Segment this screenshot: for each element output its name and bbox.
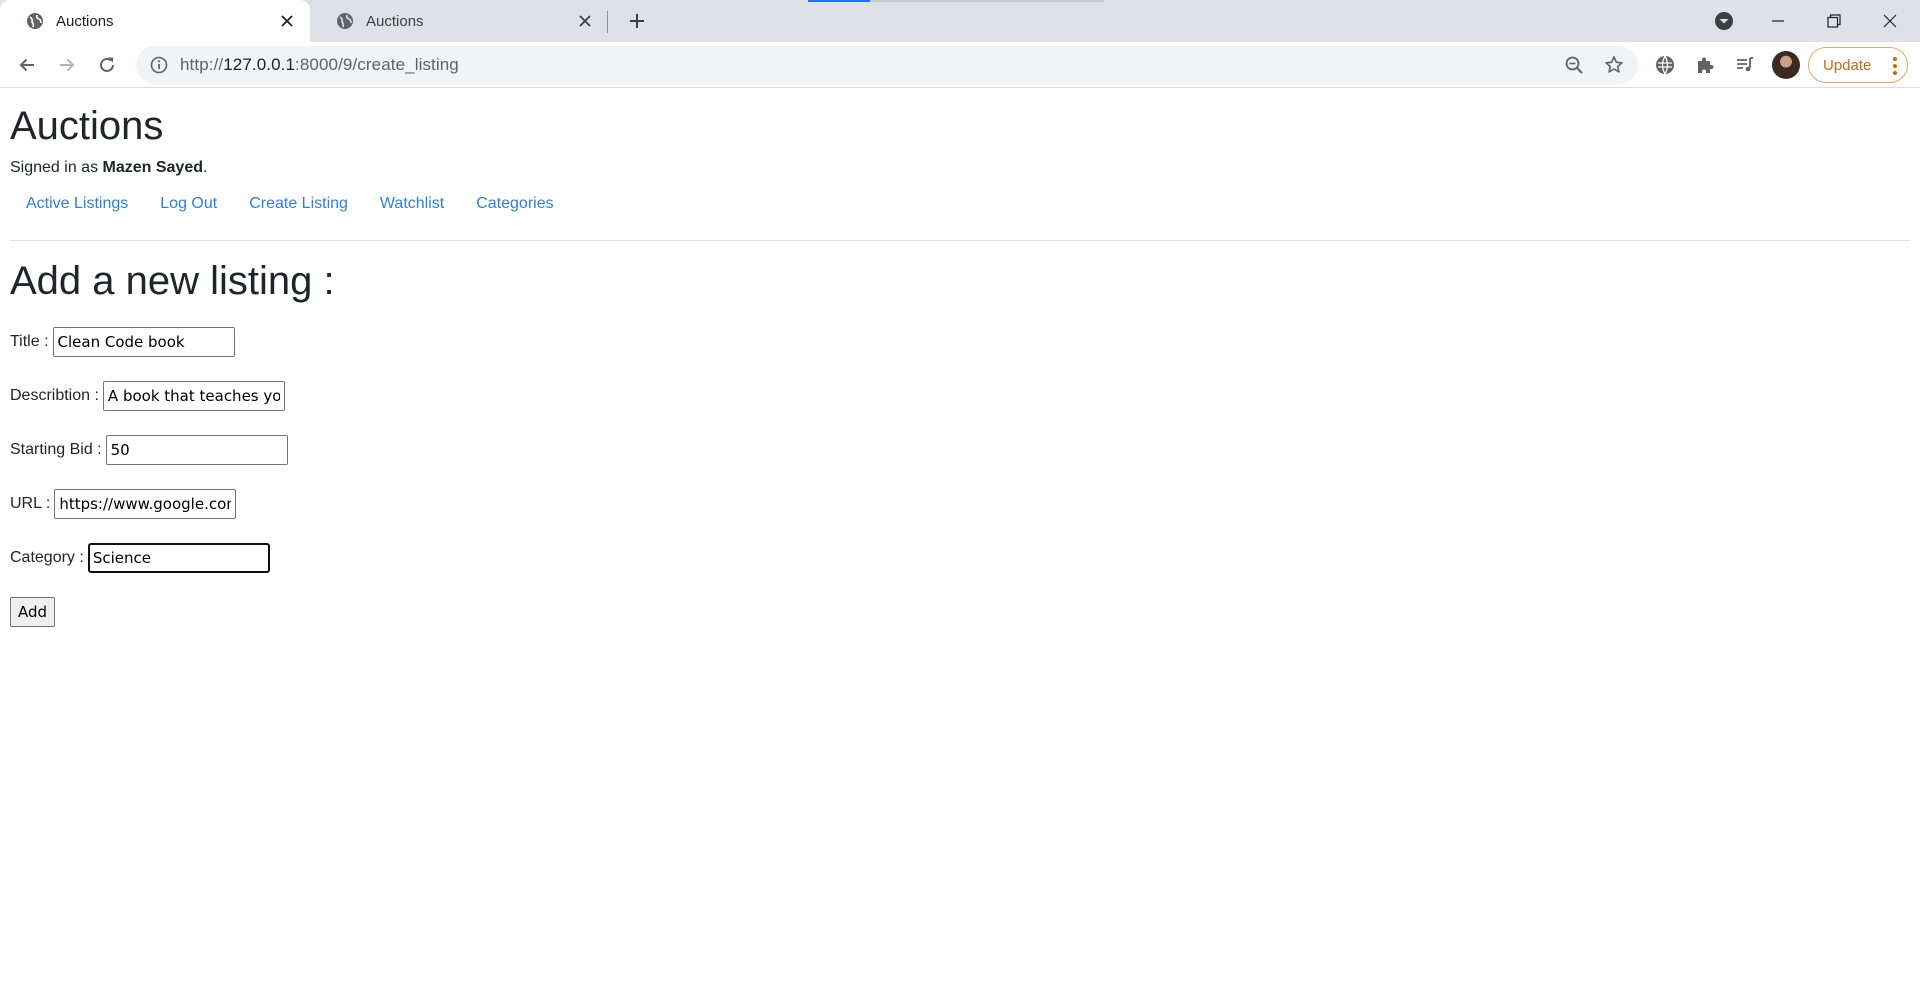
nav-item: Active Listings — [10, 184, 144, 224]
nav-item: Create Listing — [233, 184, 364, 224]
chevron-down-circle-icon — [1715, 12, 1733, 30]
browser-toolbar: http://127.0.0.1:8000/9/create_listing U… — [0, 42, 1920, 88]
url-input[interactable] — [54, 489, 237, 519]
restore-icon — [1827, 14, 1841, 28]
extensions-button[interactable] — [1690, 50, 1720, 80]
site-title: Auctions — [10, 104, 164, 148]
media-control-button[interactable] — [1730, 50, 1760, 80]
globe-icon — [26, 12, 44, 30]
form-row-url: URL : — [10, 489, 1910, 519]
arrow-left-icon — [19, 58, 34, 72]
header-divider — [10, 240, 1910, 241]
nav-link-watchlist[interactable]: Watchlist — [364, 184, 460, 224]
url-text: http://127.0.0.1:8000/9/create_listing — [180, 55, 459, 75]
zoom-out-icon[interactable] — [1560, 51, 1588, 79]
title-label: Title : — [10, 333, 49, 350]
tab-search-button[interactable] — [1712, 9, 1736, 33]
web-extension-icon — [1656, 55, 1674, 75]
tab-strip: Auctions Auctions — [0, 0, 1920, 42]
form-row-description: Describtion : — [10, 381, 1910, 411]
create-listing-form: Title : Describtion : Starting Bid : URL… — [10, 327, 1910, 627]
arrow-right-icon — [60, 58, 75, 72]
star-icon[interactable] — [1600, 51, 1628, 79]
close-tab-icon[interactable] — [572, 8, 598, 34]
url-host: 127.0.0.1 — [223, 55, 296, 74]
loading-track — [870, 0, 1104, 2]
form-heading: Add a new listing : — [10, 259, 335, 303]
category-label: Category : — [10, 549, 84, 566]
title-input[interactable] — [52, 327, 235, 357]
form-row-category: Category : — [10, 543, 1910, 573]
plus-icon — [630, 14, 644, 28]
update-button[interactable]: Update — [1808, 47, 1908, 83]
starting-bid-input[interactable] — [105, 435, 288, 465]
info-circle-icon[interactable] — [150, 56, 168, 74]
nav-item: Watchlist — [364, 184, 460, 224]
close-tab-icon[interactable] — [274, 8, 300, 34]
description-label: Describtion : — [10, 387, 99, 404]
minimize-button[interactable] — [1750, 0, 1806, 42]
close-window-button[interactable] — [1862, 0, 1918, 42]
forward-button[interactable] — [52, 50, 82, 80]
update-label: Update — [1823, 56, 1872, 74]
new-tab-button[interactable] — [622, 6, 652, 36]
signed-in-status: Signed in as Mazen Sayed. — [10, 156, 1910, 180]
form-row-title: Title : — [10, 327, 1910, 357]
nav-item: Categories — [460, 184, 569, 224]
profile-avatar[interactable] — [1772, 51, 1800, 79]
url-scheme: http:// — [180, 55, 224, 74]
kebab-menu-icon — [1893, 57, 1897, 75]
form-row-starting-bid: Starting Bid : — [10, 435, 1910, 465]
main-nav: Active Listings Log Out Create Listing W… — [10, 184, 1910, 224]
tab-title: Auctions — [56, 12, 114, 30]
puzzle-icon — [1698, 57, 1714, 73]
starting-bid-label: Starting Bid : — [10, 441, 102, 458]
tab-title: Auctions — [366, 12, 424, 30]
back-button[interactable] — [12, 50, 42, 80]
nav-link-log-out[interactable]: Log Out — [144, 184, 233, 224]
tab-separator — [607, 11, 608, 33]
signed-in-prefix: Signed in as — [10, 159, 103, 176]
add-button[interactable]: Add — [10, 597, 56, 627]
media-queue-icon — [1737, 57, 1753, 72]
category-input[interactable] — [87, 543, 270, 573]
minimize-icon — [1772, 20, 1784, 22]
address-bar[interactable]: http://127.0.0.1:8000/9/create_listing — [136, 46, 1638, 84]
tab-auctions-inactive[interactable]: Auctions — [310, 0, 608, 42]
close-icon — [1883, 14, 1897, 28]
nav-link-categories[interactable]: Categories — [460, 184, 569, 224]
tab-auctions-active[interactable]: Auctions — [0, 0, 310, 42]
extension-globe-button[interactable] — [1650, 50, 1680, 80]
page-content: Auctions Signed in as Mazen Sayed. Activ… — [10, 88, 1910, 651]
globe-icon — [336, 12, 354, 30]
url-path: :8000/9/create_listing — [295, 55, 459, 74]
nav-link-create-listing[interactable]: Create Listing — [233, 184, 364, 224]
reload-button[interactable] — [92, 50, 122, 80]
nav-link-active-listings[interactable]: Active Listings — [10, 184, 144, 224]
description-input[interactable] — [102, 381, 285, 411]
loading-indicator — [808, 0, 870, 2]
reload-icon — [100, 57, 114, 72]
form-row-submit: Add — [10, 597, 1910, 627]
restore-button[interactable] — [1806, 0, 1862, 42]
user-name: Mazen Sayed — [102, 159, 203, 176]
nav-item: Log Out — [144, 184, 233, 224]
url-label: URL : — [10, 495, 51, 512]
signed-in-suffix: . — [203, 159, 208, 176]
